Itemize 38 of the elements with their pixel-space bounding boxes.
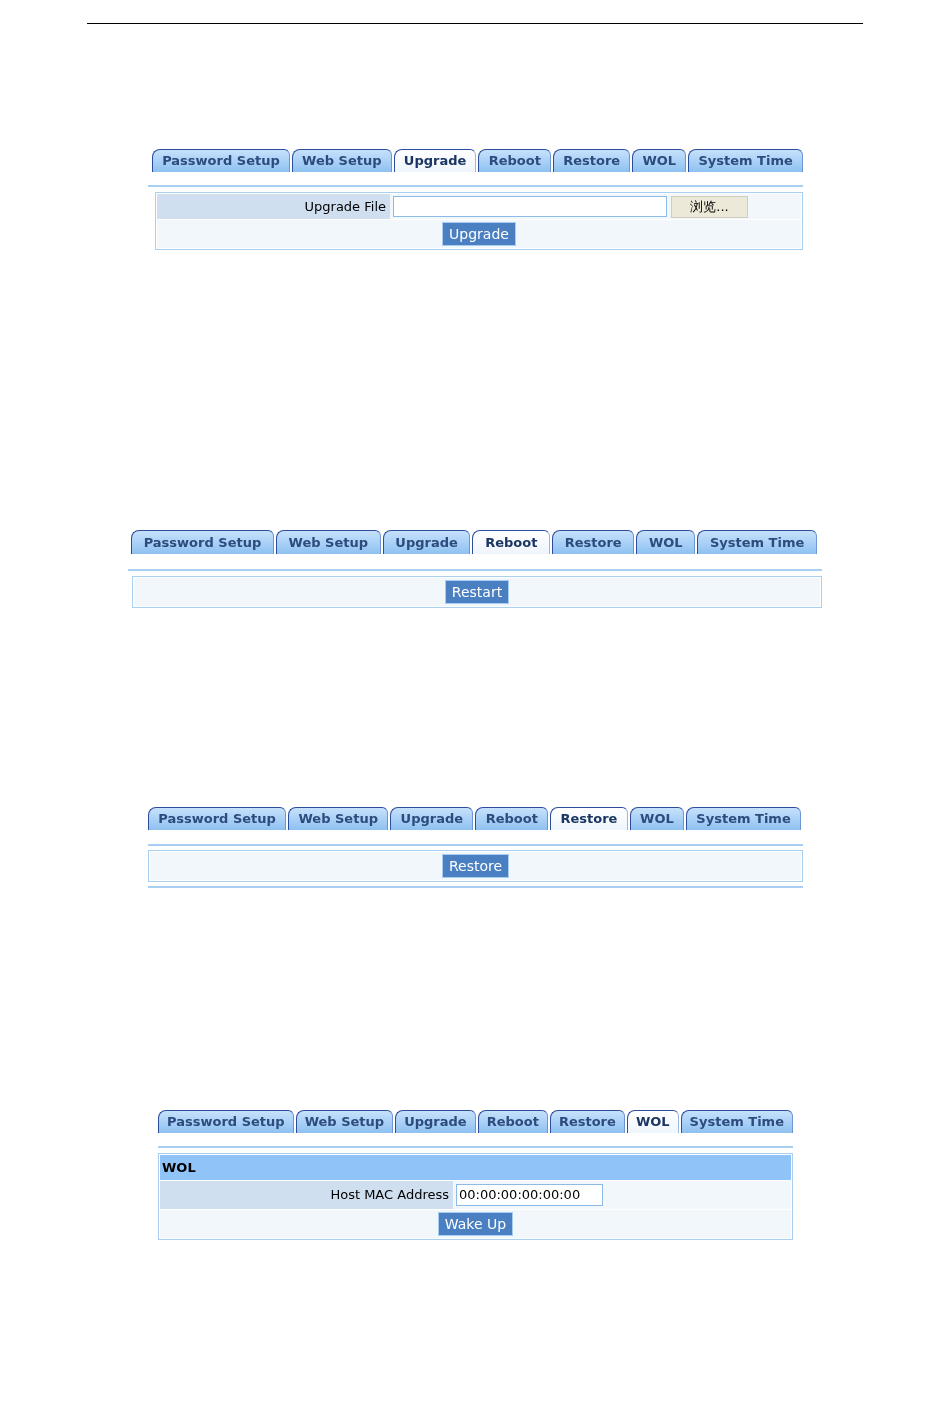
browse-button[interactable]: 浏览... bbox=[671, 195, 748, 218]
tab[interactable]: Password Setup bbox=[131, 530, 274, 554]
tab[interactable]: Web Setup bbox=[288, 807, 389, 830]
action-button[interactable]: Upgrade bbox=[442, 222, 516, 246]
tab[interactable]: System Time bbox=[680, 1110, 793, 1133]
tab[interactable]: Restore bbox=[550, 807, 628, 830]
tab[interactable]: Web Setup bbox=[275, 530, 381, 554]
tab[interactable]: Reboot bbox=[478, 149, 551, 172]
tab[interactable]: Reboot bbox=[475, 807, 549, 830]
tab[interactable]: WOL bbox=[629, 807, 685, 830]
tab[interactable]: Restore bbox=[549, 1110, 625, 1133]
input-field[interactable]: 00:00:00:00:00:00 bbox=[456, 1184, 603, 1206]
tab[interactable]: Upgrade bbox=[382, 530, 471, 554]
tab[interactable]: Restore bbox=[553, 149, 631, 172]
action-button[interactable]: Wake Up bbox=[437, 1212, 514, 1236]
file-path-field[interactable] bbox=[393, 196, 667, 217]
field-label: Upgrade File bbox=[157, 194, 390, 219]
tab[interactable]: Password Setup bbox=[152, 149, 290, 172]
tab[interactable]: Upgrade bbox=[395, 1110, 476, 1133]
tab[interactable]: Password Setup bbox=[158, 1110, 294, 1133]
tab[interactable]: Web Setup bbox=[291, 149, 392, 172]
tab[interactable]: Upgrade bbox=[390, 807, 474, 830]
tab[interactable]: System Time bbox=[697, 530, 817, 554]
field-label: Host MAC Address bbox=[160, 1181, 453, 1209]
tab[interactable]: Restore bbox=[552, 530, 635, 554]
tab[interactable]: WOL bbox=[632, 149, 687, 172]
action-button[interactable]: Restart bbox=[444, 580, 510, 604]
tab[interactable]: WOL bbox=[626, 1110, 679, 1133]
action-button[interactable]: Restore bbox=[441, 854, 510, 878]
tab[interactable]: Reboot bbox=[477, 1110, 548, 1133]
tab[interactable]: Reboot bbox=[472, 530, 550, 554]
tab[interactable]: WOL bbox=[636, 530, 696, 554]
tab[interactable]: Web Setup bbox=[295, 1110, 394, 1133]
tab[interactable]: Upgrade bbox=[393, 149, 477, 172]
tab[interactable]: System Time bbox=[686, 807, 802, 830]
section-header: WOL bbox=[160, 1155, 791, 1180]
tab[interactable]: System Time bbox=[688, 149, 803, 172]
tab[interactable]: Password Setup bbox=[148, 807, 287, 830]
